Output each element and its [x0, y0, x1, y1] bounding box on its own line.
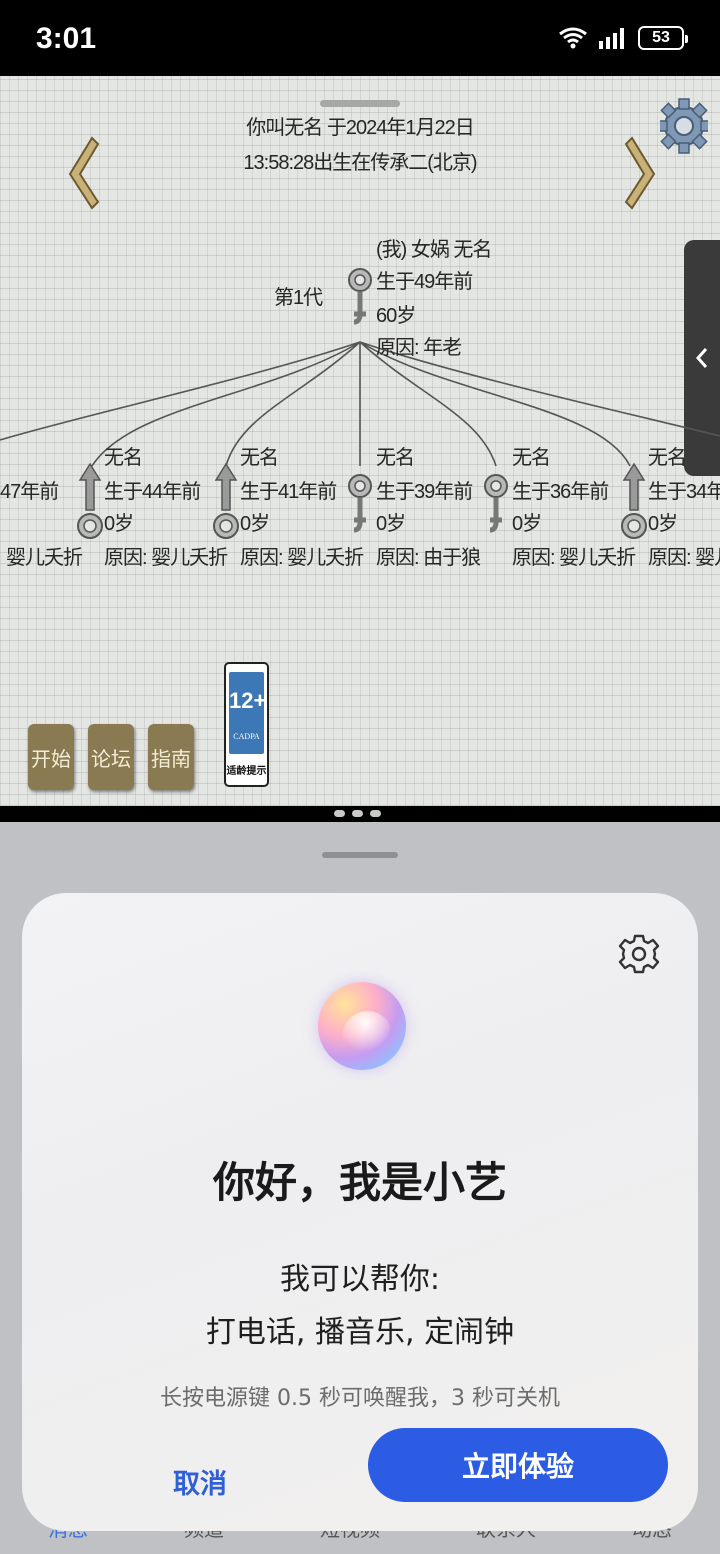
try-now-button[interactable]: 立即体验 — [368, 1428, 668, 1502]
child-name: 无名 — [376, 447, 415, 469]
sheet-drag-handle[interactable] — [322, 852, 398, 858]
male-symbol-icon[interactable] — [620, 460, 648, 552]
status-time: 3:01 — [36, 22, 97, 55]
child-age: 0岁 — [104, 513, 134, 535]
cancel-button[interactable]: 取消 — [134, 1451, 266, 1511]
female-symbol-icon[interactable] — [346, 464, 374, 554]
child-age: 0岁 — [512, 513, 542, 535]
start-button[interactable]: 开始 — [28, 724, 74, 790]
age-rating-badge[interactable]: 12+ CADPA 适龄提示 — [224, 662, 269, 787]
split-screen-divider[interactable] — [0, 806, 720, 822]
child-name: 无名 — [512, 447, 551, 469]
child-born: 生于41年前 — [240, 481, 337, 503]
child-age: 0岁 — [376, 513, 406, 535]
female-symbol-icon[interactable] — [482, 464, 510, 554]
child-age: 0岁 — [240, 513, 270, 535]
dialog-features: 打电话, 播音乐, 定闹钟 — [205, 1315, 515, 1350]
child-name: 无名 — [240, 447, 279, 469]
lower-app-area: 消息 频道 短视频 联系人 动态 你好，我是小艺 我可以帮你: 打电话, 播音乐… — [0, 822, 720, 1554]
child-name: 无名 — [104, 447, 143, 469]
generation-label: 第1代 — [274, 287, 323, 309]
age-rating-org: CADPA — [233, 732, 260, 741]
child-cause: 原因: 婴儿夭 — [648, 547, 720, 569]
age-rating-panel: 12+ CADPA — [229, 672, 267, 754]
forum-button[interactable]: 论坛 — [88, 724, 134, 790]
child-born: 生于34年前 — [648, 481, 720, 503]
signal-icon — [599, 28, 624, 49]
male-symbol-icon[interactable] — [212, 460, 240, 552]
settings-icon[interactable] — [618, 933, 660, 975]
child-cause: 原因: 婴儿夭折 — [512, 547, 636, 569]
child-cause: 原因: 婴儿夭折 — [240, 547, 364, 569]
child-born: 生于39年前 — [376, 481, 473, 503]
child-name: 无名 — [648, 447, 687, 469]
age-rating-hint: 适龄提示 — [226, 766, 267, 777]
status-icons: 53 — [558, 26, 688, 50]
child-cause: 原因: 婴儿夭折 — [104, 547, 228, 569]
child-born: 生于36年前 — [512, 481, 609, 503]
assistant-dialog: 你好，我是小艺 我可以帮你: 打电话, 播音乐, 定闹钟 长按电源键 0.5 秒… — [22, 893, 698, 1531]
child-age: 0岁 — [648, 513, 678, 535]
assistant-orb-logo — [318, 982, 406, 1070]
battery-icon: 53 — [638, 26, 688, 50]
child-cause: 原因: 由于狼 — [376, 547, 481, 569]
dialog-hint: 长按电源键 0.5 秒可唤醒我，3 秒可关机 — [160, 1386, 560, 1411]
child-born: 47年前 — [0, 481, 59, 503]
age-rating-number: 12+ — [229, 688, 267, 713]
male-symbol-icon[interactable] — [76, 460, 104, 552]
self-age: 60岁 — [376, 305, 416, 327]
game-area: 你叫无名 于2024年1月22日 13:58:28出生在传承二(北京) 第1代 … — [0, 76, 720, 806]
self-name: (我) 女娲 无名 — [376, 239, 492, 261]
child-born: 生于44年前 — [104, 481, 201, 503]
dialog-subtitle: 我可以帮你: — [279, 1262, 441, 1297]
guide-button[interactable]: 指南 — [148, 724, 194, 790]
status-bar: 3:01 53 — [0, 0, 720, 76]
child-cause: 婴儿夭折 — [6, 547, 83, 569]
self-cause: 原因: 年老 — [376, 337, 462, 359]
dialog-title: 你好，我是小艺 — [212, 1158, 507, 1207]
wifi-icon — [559, 27, 587, 49]
divider-handle-dots[interactable] — [334, 810, 381, 817]
female-symbol-icon[interactable] — [346, 256, 374, 342]
self-born: 生于49年前 — [376, 271, 473, 293]
